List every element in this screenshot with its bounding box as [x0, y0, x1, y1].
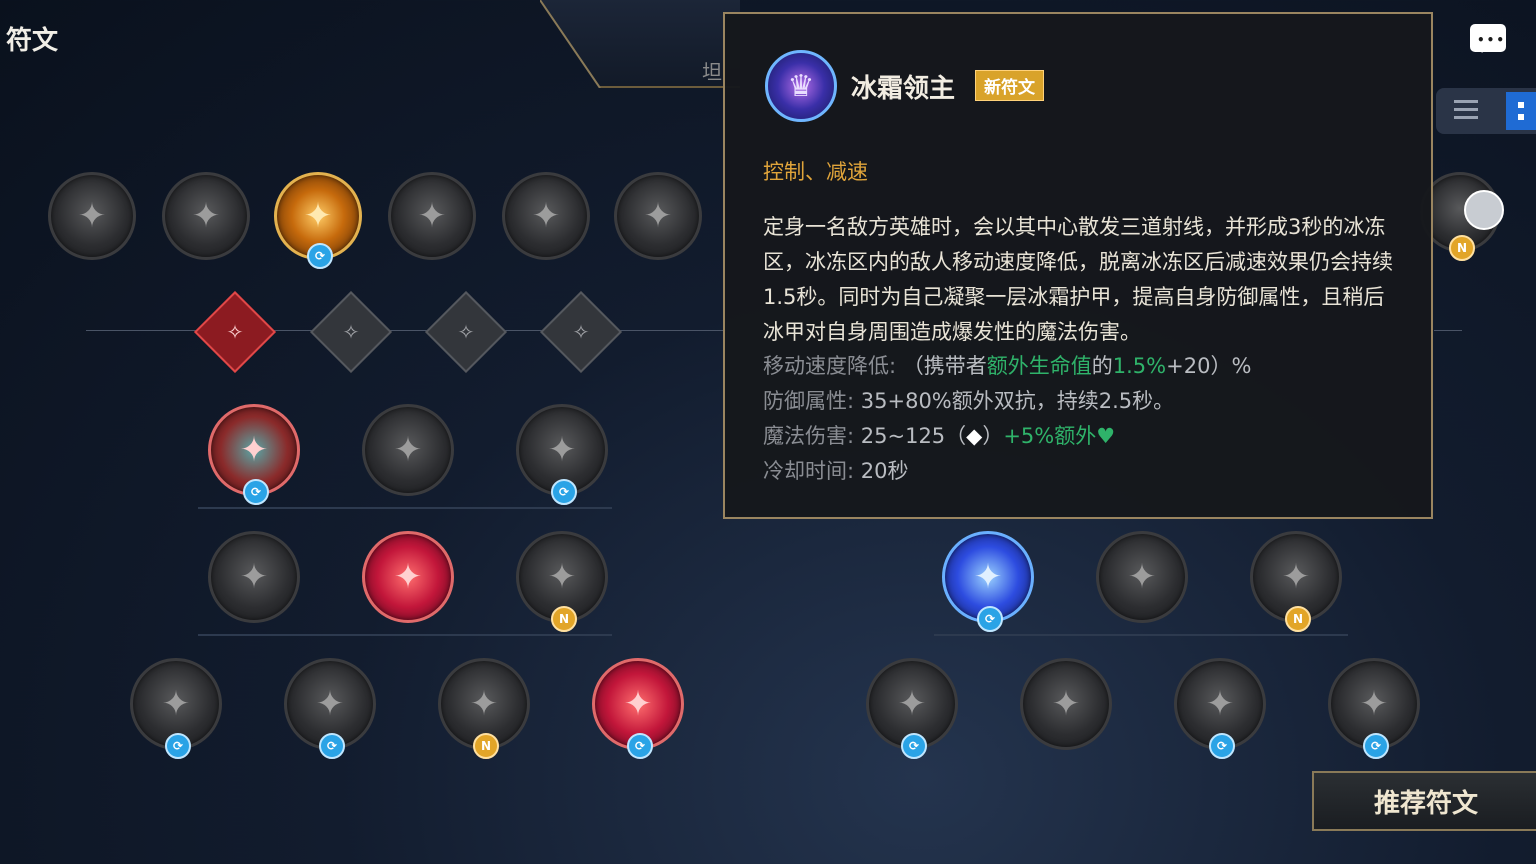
rune-tooltip: ♛ 冰霜领主 新符文 控制、减速 定身一名敌方英雄时，会以其中心散发三道射线，并…: [723, 12, 1433, 519]
rune-sun-wheel[interactable]: ✦ ⟳: [274, 172, 362, 269]
refresh-badge: ⟳: [1209, 733, 1235, 759]
mirror-icon: ✦: [1359, 684, 1389, 724]
refresh-badge: ⟳: [551, 479, 577, 505]
new-badge: N: [1449, 235, 1475, 261]
eye-card-icon: ✦: [161, 684, 191, 724]
burst-icon: ✧: [342, 320, 360, 344]
refresh-badge: ⟳: [243, 479, 269, 505]
rune-eye-card[interactable]: ✦ ⟳: [130, 658, 222, 759]
category-burst-icon[interactable]: ✧: [309, 290, 393, 374]
cosmic-mask-icon: ✦: [973, 557, 1003, 597]
rune-cosmic-mask[interactable]: ✦ ⟳: [942, 531, 1034, 632]
stat-slow: 移动速度降低: （携带者额外生命值的1.5%+20）%: [763, 354, 1252, 378]
rune-spear[interactable]: ✦: [388, 172, 476, 260]
hooded-figure-icon: ✦: [191, 196, 221, 236]
rune-vortex[interactable]: ✦ ⟳: [1174, 658, 1266, 759]
scorpion-icon: ✦: [1127, 557, 1157, 597]
row-separator: [198, 507, 612, 509]
slash-icon: ✦: [239, 557, 269, 597]
red-hood-icon: ✦: [623, 684, 653, 724]
rune-category: 控制、减速: [763, 160, 868, 184]
rune-wing[interactable]: ✦: [502, 172, 590, 260]
page-title: 符文: [6, 26, 59, 56]
category-sparkle-icon[interactable]: ✧: [539, 290, 623, 374]
tree-line-right: [1434, 330, 1462, 331]
rune-fist[interactable]: ✦ N: [438, 658, 530, 759]
grid-view-icon[interactable]: [1506, 92, 1536, 130]
flame-hand-icon: ✦: [547, 557, 577, 597]
refresh-badge: ⟳: [627, 733, 653, 759]
spiked-orb-icon: ✦: [1281, 557, 1311, 597]
sparkle-icon: ✧: [572, 320, 590, 344]
wind-icon: ✦: [897, 684, 927, 724]
refresh-badge: ⟳: [977, 606, 1003, 632]
stat-magic-damage: 魔法伤害: 25~125（◆）+5%额外♥: [763, 424, 1116, 448]
claw-icon: ✦: [77, 196, 107, 236]
rune-scorpion[interactable]: ✦: [1096, 531, 1188, 623]
sword-icon: ✦: [547, 430, 577, 470]
category-crown-icon[interactable]: ✧: [193, 290, 277, 374]
stat-cooldown: 冷却时间: 20秒: [763, 459, 909, 483]
fist-icon: ✦: [469, 684, 499, 724]
new-badge: N: [473, 733, 499, 759]
frost-crown-icon: ♛: [765, 50, 837, 122]
rune-claw[interactable]: ✦: [48, 172, 136, 260]
blood-claw-icon: ✦: [393, 557, 423, 597]
rune-red-hood[interactable]: ✦ ⟳: [592, 658, 684, 759]
rune-owl[interactable]: ✦ ⟳: [284, 658, 376, 759]
row-separator: [198, 634, 612, 636]
spear-icon: ✦: [417, 196, 447, 236]
refresh-badge: ⟳: [165, 733, 191, 759]
sun-wheel-icon: ✦: [303, 196, 333, 236]
rune-halberd[interactable]: ✦: [614, 172, 702, 260]
tree-line: [86, 330, 726, 331]
refresh-badge: ⟳: [319, 733, 345, 759]
chat-icon[interactable]: •••: [1470, 24, 1506, 53]
stat-defense: 防御属性: 35+80%额外双抗，持续2.5秒。: [763, 389, 1175, 413]
rune-sword[interactable]: ✦ ⟳: [516, 404, 608, 505]
scroll-knob[interactable]: [1464, 190, 1504, 230]
row-separator: [934, 634, 1348, 636]
refresh-badge: ⟳: [307, 243, 333, 269]
new-badge: N: [1285, 606, 1311, 632]
crescent-icon: ✦: [393, 430, 423, 470]
vortex-icon: ✦: [1205, 684, 1235, 724]
rune-blood-claw[interactable]: ✦: [362, 531, 454, 623]
owl-icon: ✦: [315, 684, 345, 724]
armored-warrior-icon: ✦: [239, 430, 269, 470]
tab-edge-line: [540, 0, 601, 88]
rune-spiked-orb[interactable]: ✦ N: [1250, 531, 1342, 632]
wing-icon: ✦: [531, 196, 561, 236]
category-fortress-icon[interactable]: ✧: [424, 290, 508, 374]
rune-flame-hand[interactable]: ✦ N: [516, 531, 608, 632]
rune-crescent[interactable]: ✦: [362, 404, 454, 496]
fortress-icon: ✧: [457, 320, 475, 344]
tab-label[interactable]: 坦: [702, 56, 722, 85]
new-badge: N: [551, 606, 577, 632]
halberd-icon: ✦: [643, 196, 673, 236]
shadow-icon: ✦: [1051, 684, 1081, 724]
rune-description: 定身一名敌方英雄时，会以其中心散发三道射线，并形成3秒的冰冻区，冰冻区内的敌人移…: [763, 215, 1393, 344]
list-view-icon[interactable]: [1454, 100, 1478, 122]
new-rune-tag: 新符文: [975, 70, 1044, 101]
rune-wind[interactable]: ✦ ⟳: [866, 658, 958, 759]
rune-slash[interactable]: ✦: [208, 531, 300, 623]
rune-hooded-figure[interactable]: ✦: [162, 172, 250, 260]
view-toggle[interactable]: [1436, 88, 1536, 134]
rune-armored-warrior[interactable]: ✦ ⟳: [208, 404, 300, 505]
recommend-runes-button[interactable]: 推荐符文: [1312, 771, 1536, 831]
refresh-badge: ⟳: [1363, 733, 1389, 759]
rune-name: 冰霜领主: [851, 74, 956, 104]
crown-icon: ✧: [226, 320, 244, 344]
rune-shadow[interactable]: ✦: [1020, 658, 1112, 750]
ability-power-icon: ◆: [966, 424, 983, 448]
rune-mirror[interactable]: ✦ ⟳: [1328, 658, 1420, 759]
refresh-badge: ⟳: [901, 733, 927, 759]
health-heart-icon: ♥: [1096, 424, 1116, 448]
